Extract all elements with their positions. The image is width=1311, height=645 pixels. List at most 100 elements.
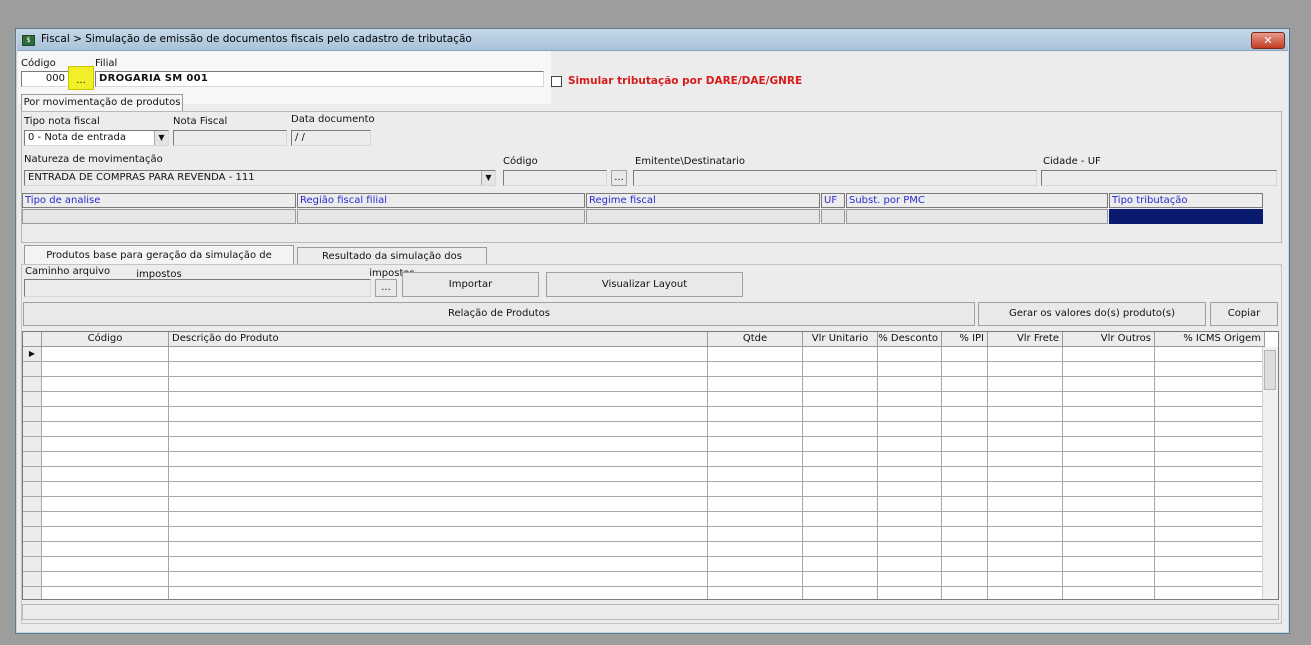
grid-cell[interactable] (803, 362, 878, 377)
grid-cell[interactable] (1063, 557, 1155, 572)
grid-cell[interactable] (169, 347, 708, 362)
grid-cell[interactable] (878, 452, 942, 467)
caminho-field[interactable] (24, 279, 371, 297)
grid-cell[interactable] (803, 572, 878, 587)
grid-cell[interactable] (942, 542, 988, 557)
grid-cell[interactable] (803, 542, 878, 557)
col-vlr-unitario[interactable]: Vlr Unitario (803, 332, 878, 347)
grid-cell[interactable] (878, 437, 942, 452)
grid-cell[interactable] (42, 392, 169, 407)
grid-cell[interactable] (1063, 422, 1155, 437)
col-descricao[interactable]: Descrição do Produto (169, 332, 708, 347)
grid-cell[interactable] (942, 482, 988, 497)
grid-cell[interactable] (1155, 527, 1265, 542)
grid-cell[interactable] (708, 512, 803, 527)
grid-cell[interactable] (988, 497, 1063, 512)
grid-cell[interactable] (1155, 512, 1265, 527)
grid-cell[interactable] (1155, 587, 1265, 599)
grid-cell[interactable] (1063, 482, 1155, 497)
grid-cell[interactable] (708, 572, 803, 587)
grid-cell[interactable] (1063, 497, 1155, 512)
grid-cell[interactable] (803, 437, 878, 452)
grid-cell[interactable] (988, 422, 1063, 437)
codigo2-lookup-button[interactable]: ... (611, 170, 627, 186)
tab-produtos-base[interactable]: Produtos base para geração da simulação … (24, 245, 294, 280)
grid-cell[interactable] (1155, 437, 1265, 452)
grid-cell[interactable] (988, 527, 1063, 542)
grid-cell[interactable] (942, 467, 988, 482)
cidade-uf-field[interactable] (1041, 170, 1277, 186)
codigo2-field[interactable] (503, 170, 607, 186)
grid-cell[interactable] (942, 377, 988, 392)
grid-cell[interactable] (1063, 542, 1155, 557)
grid-cell[interactable] (1063, 512, 1155, 527)
grid-cell[interactable] (988, 542, 1063, 557)
grid-cell[interactable] (1155, 407, 1265, 422)
scrollbar-thumb[interactable] (1264, 350, 1276, 390)
grid-cell[interactable] (942, 572, 988, 587)
grid-cell[interactable] (708, 527, 803, 542)
grid-cell[interactable] (942, 527, 988, 542)
grid-cell[interactable] (42, 437, 169, 452)
grid-cell[interactable] (169, 377, 708, 392)
grid-cell[interactable] (942, 512, 988, 527)
grid-cell[interactable] (1063, 452, 1155, 467)
grid-cell[interactable] (42, 527, 169, 542)
grid-cell[interactable] (942, 362, 988, 377)
grid-cell[interactable] (1063, 347, 1155, 362)
products-grid[interactable]: Código Descrição do Produto Qtde Vlr Uni… (22, 331, 1279, 600)
grid-cell[interactable] (803, 347, 878, 362)
col-codigo[interactable]: Código (42, 332, 169, 347)
grid-cell[interactable] (708, 497, 803, 512)
grid-cell[interactable] (169, 572, 708, 587)
grid-cell[interactable] (1155, 497, 1265, 512)
grid-cell[interactable] (1155, 482, 1265, 497)
grid-cell[interactable] (1063, 587, 1155, 599)
grid-cell[interactable] (169, 467, 708, 482)
grid-cell[interactable] (878, 347, 942, 362)
grid-cell[interactable] (803, 587, 878, 599)
copiar-button[interactable]: Copiar (1210, 302, 1278, 326)
grid-cell[interactable] (988, 437, 1063, 452)
grid-cell[interactable] (1063, 377, 1155, 392)
grid-cell[interactable] (1063, 362, 1155, 377)
grid-cell[interactable] (878, 422, 942, 437)
gerar-valores-button[interactable]: Gerar os valores do(s) produto(s) (978, 302, 1206, 326)
grid-cell[interactable] (803, 422, 878, 437)
grid-cell[interactable] (1063, 392, 1155, 407)
grid-cell[interactable] (878, 467, 942, 482)
visualizar-layout-button[interactable]: Visualizar Layout (546, 272, 743, 297)
data-documento-field[interactable]: / / (291, 130, 371, 146)
grid-cell[interactable] (803, 452, 878, 467)
grid-cell[interactable] (1155, 557, 1265, 572)
grid-cell[interactable] (942, 557, 988, 572)
grid-cell[interactable] (1155, 467, 1265, 482)
grid-cell[interactable] (878, 572, 942, 587)
grid-cell[interactable] (942, 347, 988, 362)
grid-cell[interactable] (878, 542, 942, 557)
grid-cell[interactable] (988, 512, 1063, 527)
grid-cell[interactable] (169, 422, 708, 437)
grid-cell[interactable] (942, 437, 988, 452)
tipo-nota-select[interactable]: 0 - Nota de entrada ▼ (24, 130, 169, 146)
grid-cell[interactable] (42, 377, 169, 392)
grid-cell[interactable] (942, 422, 988, 437)
simular-dare-label[interactable]: Simular tributação por DARE/DAE/GNRE (568, 75, 802, 87)
grid-cell[interactable] (803, 527, 878, 542)
grid-cell[interactable] (803, 482, 878, 497)
grid-cell[interactable] (803, 467, 878, 482)
relacao-produtos-button[interactable]: Relação de Produtos (23, 302, 975, 326)
grid-cell[interactable] (878, 362, 942, 377)
grid-cell[interactable] (1063, 407, 1155, 422)
grid-cell[interactable] (708, 407, 803, 422)
grid-cell[interactable] (1063, 572, 1155, 587)
emitente-field[interactable] (633, 170, 1037, 186)
grid-cell[interactable] (942, 497, 988, 512)
simular-dare-checkbox[interactable] (551, 76, 562, 87)
chevron-down-icon[interactable]: ▼ (154, 131, 168, 145)
grid-cell[interactable] (1155, 392, 1265, 407)
grid-cell[interactable] (708, 467, 803, 482)
grid-cell[interactable] (169, 542, 708, 557)
chevron-down-icon[interactable]: ▼ (481, 171, 495, 185)
grid-cell[interactable] (988, 587, 1063, 599)
